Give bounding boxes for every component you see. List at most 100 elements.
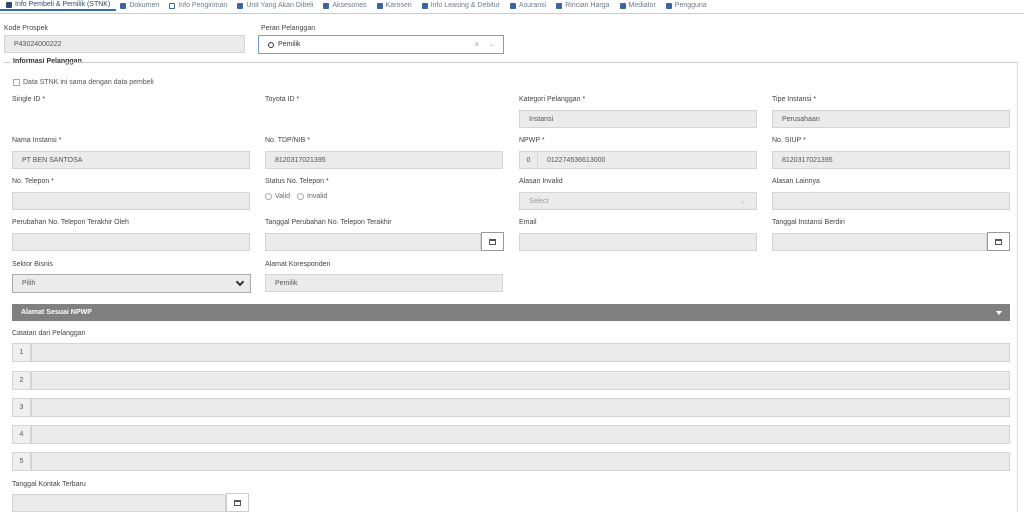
- chevron-down-icon: [235, 277, 245, 287]
- tab-mediator[interactable]: Mediator: [616, 0, 662, 11]
- tab-karoseri[interactable]: Karoseri: [373, 0, 418, 11]
- invalid-label: Invalid: [307, 193, 328, 200]
- catatan-input[interactable]: [31, 398, 1010, 417]
- tgl-kontak-label: Tanggal Kontak Terbaru: [12, 481, 86, 488]
- catatan-row-number: 1: [12, 343, 31, 362]
- catatan-row-number: 2: [12, 371, 31, 390]
- npwp-label: NPWP *: [519, 137, 545, 144]
- tgl-perubahan-field[interactable]: [265, 233, 481, 251]
- tgl-kontak-field[interactable]: [12, 494, 226, 512]
- umbrella-icon: [509, 2, 516, 9]
- chevron-down-icon[interactable]: ⌄: [489, 41, 494, 48]
- calendar-icon: [169, 2, 176, 9]
- handshake-icon: [421, 2, 428, 9]
- tab-info-pembeli[interactable]: Info Pembeli & Pemilik (STNK): [0, 0, 117, 11]
- tab-aksesories[interactable]: Aksesories: [319, 0, 372, 11]
- kategori-pelanggan-label: Kategori Pelanggan *: [519, 96, 586, 103]
- invalid-radio[interactable]: [297, 193, 305, 200]
- valid-radio[interactable]: [265, 193, 272, 200]
- tab-pengguna[interactable]: Pengguna: [662, 0, 713, 11]
- tgl-kontak-calendar-button[interactable]: [226, 493, 249, 512]
- telepon-field[interactable]: [12, 192, 250, 210]
- tab-rincian-harga[interactable]: Rincian Harga: [552, 0, 615, 11]
- sektor-bisnis-select[interactable]: Pilih: [12, 274, 251, 293]
- money-icon: [556, 2, 563, 9]
- peran-pelanggan-value: Pemilik: [278, 41, 301, 48]
- tab-unit[interactable]: Unit Yang Akan Dibeli: [233, 0, 319, 11]
- email-field[interactable]: [519, 233, 757, 251]
- tgl-perubahan-label: Tanggal Perubahan No. Telepon Terakhir: [265, 219, 392, 226]
- clear-icon[interactable]: ×: [474, 40, 479, 49]
- catatan-input[interactable]: [31, 343, 1010, 362]
- user-icon: [6, 1, 12, 8]
- kode-prospek-field[interactable]: P43024000222: [4, 35, 245, 53]
- npwp-field[interactable]: 012274536613000: [537, 151, 757, 169]
- section-border: [1017, 62, 1018, 512]
- catatan-row-number: 3: [12, 398, 31, 417]
- alasan-invalid-label: Alasan Invalid: [519, 178, 563, 185]
- alamat-koresponden-label: Alamat Koresponden: [265, 261, 331, 268]
- stnk-same-checkbox[interactable]: [13, 79, 20, 86]
- tab-bar: Info Pembeli & Pemilik (STNK) Dokumen In…: [0, 0, 1024, 14]
- siup-field[interactable]: 8120317021395: [772, 151, 1010, 169]
- nama-instansi-field[interactable]: PT BEN SANTOSA: [12, 151, 250, 169]
- alamat-koresponden-field[interactable]: Pemilik: [265, 274, 503, 292]
- section-border: [66, 62, 1018, 63]
- user-icon: [665, 2, 672, 9]
- tab-asuransi[interactable]: Asuransi: [506, 0, 552, 11]
- catatan-row-number: 5: [12, 452, 31, 471]
- tgl-perubahan-calendar-button[interactable]: [481, 232, 504, 251]
- tab-leasing[interactable]: Info Leasing & Debitur: [418, 0, 506, 11]
- perubahan-telepon-field[interactable]: [12, 233, 250, 251]
- catatan-row: 3: [12, 398, 1010, 417]
- single-id-label: Single ID *: [12, 96, 46, 103]
- car-icon: [237, 2, 244, 9]
- catatan-row: 2: [12, 371, 1010, 390]
- gears-icon: [323, 2, 330, 9]
- catatan-input[interactable]: [31, 371, 1010, 390]
- stnk-same-label: Data STNK ini sama dengan data pembeli: [23, 79, 154, 86]
- tipe-instansi-field[interactable]: Perusahaan: [772, 110, 1010, 128]
- catatan-row-number: 4: [12, 425, 31, 444]
- tab-info-pengiriman[interactable]: Info Pengiriman: [165, 0, 233, 11]
- tgl-berdiri-label: Tanggal Instansi Berdiri: [772, 219, 845, 226]
- status-telepon-radios: Valid Invalid: [265, 193, 327, 200]
- telepon-label: No. Telepon *: [12, 178, 54, 185]
- catatan-input[interactable]: [31, 425, 1010, 444]
- tgl-berdiri-field[interactable]: [772, 233, 987, 251]
- peran-pelanggan-select[interactable]: Pemilik × ⌄: [258, 35, 504, 54]
- folder-icon: [120, 2, 127, 9]
- sektor-bisnis-label: Sektor Bisnis: [12, 261, 53, 268]
- nama-instansi-label: Nama Instansi *: [12, 137, 62, 144]
- alamat-npwp-banner[interactable]: Alamat Sesuai NPWP: [12, 304, 1010, 321]
- tdp-nib-field[interactable]: 8120317021395: [265, 151, 503, 169]
- catatan-pelanggan-label: Catatan dari Pelanggan: [12, 330, 86, 337]
- tipe-instansi-label: Tipe Instansi *: [772, 96, 817, 103]
- valid-label: Valid: [275, 193, 291, 200]
- alasan-invalid-select[interactable]: Select ⌄: [519, 192, 757, 210]
- chevron-down-icon: ⌄: [740, 198, 746, 205]
- calendar-icon: [489, 238, 496, 245]
- peran-pelanggan-label: Peran Pelanggan: [261, 25, 316, 32]
- siup-label: No. SIUP *: [772, 137, 806, 144]
- status-telepon-label: Status No. Telepon *: [265, 178, 329, 185]
- search-icon: [268, 41, 274, 48]
- email-label: Email: [519, 219, 537, 226]
- toyota-id-label: Toyota ID *: [265, 96, 300, 103]
- catatan-row: 4: [12, 425, 1010, 444]
- calendar-icon: [234, 499, 241, 506]
- sektor-bisnis-value: Pilih: [22, 280, 36, 287]
- tgl-berdiri-calendar-button[interactable]: [987, 232, 1010, 251]
- perubahan-telepon-label: Perubahan No. Telepon Terakhir Oleh: [12, 219, 129, 226]
- catatan-row: 5: [12, 452, 1010, 471]
- tab-dokumen[interactable]: Dokumen: [116, 0, 165, 11]
- alamat-npwp-title: Alamat Sesuai NPWP: [21, 309, 92, 316]
- group-icon: [619, 2, 626, 9]
- alasan-lainnya-field[interactable]: [772, 192, 1010, 210]
- wrench-icon: [376, 2, 383, 9]
- caret-down-icon: [996, 311, 1002, 315]
- npwp-prefix: 0: [519, 151, 538, 169]
- alasan-invalid-value: Select: [529, 197, 549, 205]
- catatan-input[interactable]: [31, 452, 1010, 471]
- kategori-pelanggan-field[interactable]: Instansi: [519, 110, 757, 128]
